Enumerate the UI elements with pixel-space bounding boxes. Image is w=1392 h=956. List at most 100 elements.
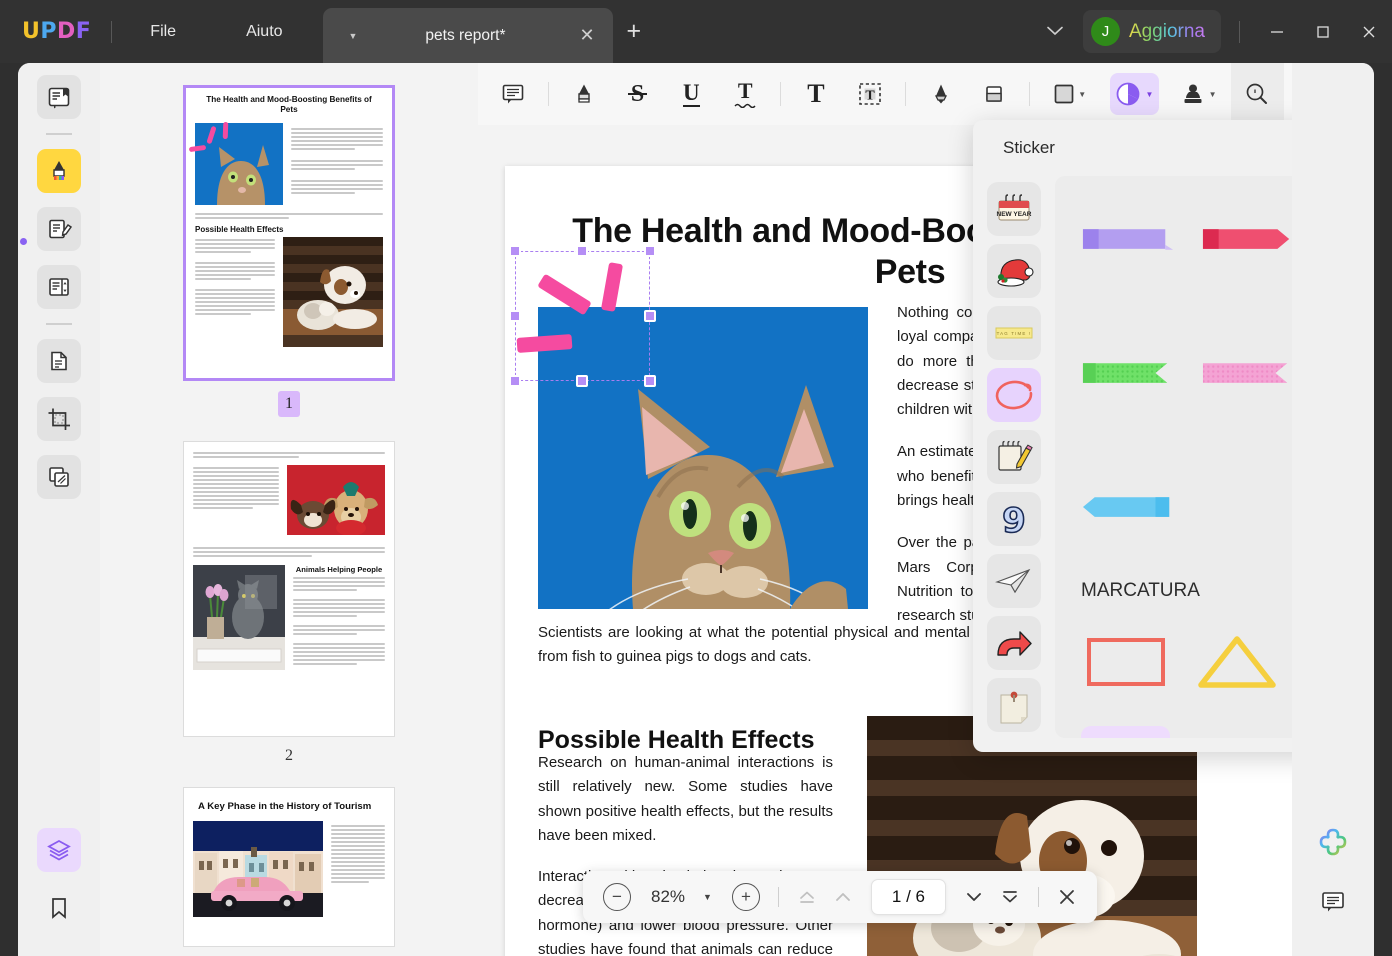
thumbnail-item-2[interactable]: Animals Helping People 2: [183, 441, 395, 765]
sticker-flag-blue[interactable]: [1081, 462, 1179, 554]
sidebar-item-batch[interactable]: [37, 455, 81, 499]
shape-dropdown-caret[interactable]: ▼: [1078, 90, 1086, 99]
sticky-note-icon[interactable]: [494, 73, 532, 115]
sticker-rect-red[interactable]: [1081, 616, 1170, 708]
sticker-triangle-yellow[interactable]: [1192, 616, 1281, 708]
search-icon[interactable]: [1230, 63, 1285, 125]
resize-handle-se[interactable]: [644, 375, 656, 387]
sidebar-item-comment[interactable]: [37, 149, 81, 193]
thumb-text-col-1b: [195, 237, 275, 352]
menu-aiuto[interactable]: Aiuto: [228, 17, 300, 47]
thumb-wide-text-1: [186, 205, 392, 219]
category-notepad[interactable]: [987, 430, 1041, 484]
updf-logo[interactable]: UPDF: [22, 19, 91, 44]
category-paper-plane[interactable]: [987, 554, 1041, 608]
resize-handle-sw[interactable]: [509, 375, 521, 387]
sticker-row-1: [1055, 176, 1292, 286]
minimize-button[interactable]: [1254, 12, 1300, 52]
sidebar-item-page-layout[interactable]: [37, 265, 81, 309]
comments-panel-icon[interactable]: [1311, 880, 1355, 924]
resize-handle-nw[interactable]: [509, 245, 521, 257]
close-tab-icon[interactable]: ✕: [579, 25, 594, 46]
category-santa-hat[interactable]: [987, 244, 1041, 298]
text-icon[interactable]: T: [797, 73, 835, 115]
upgrade-label: Aggiorna: [1128, 20, 1205, 42]
stamp-dropdown-caret[interactable]: ▼: [1209, 90, 1217, 99]
toolbar-divider-3: [904, 82, 906, 106]
sticker-spiral-purple[interactable]: [1192, 726, 1281, 738]
thumbnail-page-1[interactable]: The Health and Mood-Boosting Benefits of…: [183, 85, 395, 381]
document-viewer[interactable]: S U T T T ▼ ▼ ▼ The Health and Mood-Boos…: [478, 63, 1292, 956]
category-marcatura[interactable]: [987, 368, 1041, 422]
sticker-panel[interactable]: Sticker NEW YEAR TAG TIME ! 9 MARCATURA: [973, 120, 1292, 752]
maximize-button[interactable]: [1300, 12, 1346, 52]
sticker-ribbon-green[interactable]: [1081, 328, 1179, 420]
ai-assistant-icon[interactable]: [1311, 820, 1355, 864]
pencil-icon[interactable]: [922, 73, 960, 115]
zoom-dropdown-caret[interactable]: ▼: [703, 892, 712, 902]
title-bar: UPDF File Aiuto ▼ pets report* ✕ + J Agg…: [0, 0, 1392, 63]
resize-handle-s[interactable]: [576, 375, 588, 387]
sidebar-item-reader[interactable]: [37, 75, 81, 119]
category-number-nine[interactable]: 9: [987, 492, 1041, 546]
category-tag-note[interactable]: TAG TIME !: [987, 306, 1041, 360]
category-red-arrow[interactable]: [987, 616, 1041, 670]
sticker-flag-red[interactable]: [1201, 194, 1292, 286]
chevron-down-icon[interactable]: [1035, 16, 1075, 47]
resize-handle-n[interactable]: [576, 245, 588, 257]
menu-file[interactable]: File: [132, 17, 194, 47]
strikethrough-icon[interactable]: S: [619, 73, 657, 115]
previous-page-button[interactable]: [827, 881, 859, 913]
titlebar-right-group: J Aggiorna: [1035, 10, 1392, 53]
new-tab-button[interactable]: +: [627, 17, 642, 46]
close-navbar-button[interactable]: [1051, 881, 1083, 913]
close-window-button[interactable]: [1346, 12, 1392, 52]
zoom-in-button[interactable]: +: [731, 883, 760, 911]
sticker-icon[interactable]: ▼: [1110, 73, 1159, 115]
upgrade-button[interactable]: J Aggiorna: [1082, 10, 1221, 53]
sticker-grid[interactable]: MARCATURA: [1055, 176, 1292, 738]
placed-sticker-selection[interactable]: [509, 245, 656, 387]
thumbnail-item-1[interactable]: The Health and Mood-Boosting Benefits of…: [183, 85, 395, 417]
sidebar-item-edit-pdf[interactable]: [37, 207, 81, 251]
first-page-button[interactable]: [791, 881, 823, 913]
document-tab[interactable]: ▼ pets report* ✕: [322, 8, 613, 63]
thumbnail-item-3[interactable]: A Key Phase in the History of Tourism: [183, 787, 395, 947]
sticker-row-2: [1055, 286, 1292, 420]
sidebar-item-bookmark[interactable]: [37, 886, 81, 930]
resize-handle-ne[interactable]: [644, 245, 656, 257]
sidebar-item-layers[interactable]: [37, 828, 81, 872]
zoom-out-button[interactable]: −: [603, 883, 631, 911]
resize-handle-e[interactable]: [644, 310, 656, 322]
category-sticky-note[interactable]: [987, 678, 1041, 732]
zoom-level[interactable]: 82%: [641, 887, 695, 907]
underline-icon[interactable]: U: [672, 73, 710, 115]
sidebar-item-convert[interactable]: [37, 339, 81, 383]
highlight-icon[interactable]: [565, 73, 603, 115]
shape-icon[interactable]: ▼: [1046, 73, 1094, 115]
sticker-ribbon-pink[interactable]: [1201, 328, 1292, 420]
next-page-button[interactable]: [958, 881, 990, 913]
sticker-dropdown-caret[interactable]: ▼: [1145, 90, 1153, 99]
thumbnail-page-3[interactable]: A Key Phase in the History of Tourism: [183, 787, 395, 947]
avatar: J: [1090, 17, 1120, 46]
eraser-icon[interactable]: [975, 73, 1013, 115]
thumb-text-col-2b: Animals Helping People: [293, 565, 385, 675]
thumbnail-page-2[interactable]: Animals Helping People: [183, 441, 395, 737]
thumbnail-pane[interactable]: The Health and Mood-Boosting Benefits of…: [100, 63, 478, 956]
resize-handle-w[interactable]: [509, 310, 521, 322]
sticker-category-list[interactable]: NEW YEAR TAG TIME ! 9: [973, 176, 1055, 752]
sticker-dashes-pink[interactable]: [1081, 726, 1171, 738]
squiggly-icon[interactable]: T: [726, 73, 764, 115]
page-navigation-bar[interactable]: − 82% ▼ + 1 / 6: [583, 871, 1098, 923]
last-page-button[interactable]: [994, 881, 1026, 913]
textbox-icon[interactable]: T: [851, 73, 889, 115]
sticker-row-4: [1055, 608, 1292, 708]
stamp-icon[interactable]: ▼: [1175, 73, 1223, 115]
page-indicator[interactable]: 1 / 6: [870, 879, 947, 915]
category-new-year[interactable]: NEW YEAR: [987, 182, 1041, 236]
sidebar-item-crop[interactable]: [37, 397, 81, 441]
toolbar-divider-2: [780, 82, 782, 106]
rail-divider-2: [46, 323, 72, 325]
sticker-tape-purple[interactable]: [1081, 194, 1179, 286]
